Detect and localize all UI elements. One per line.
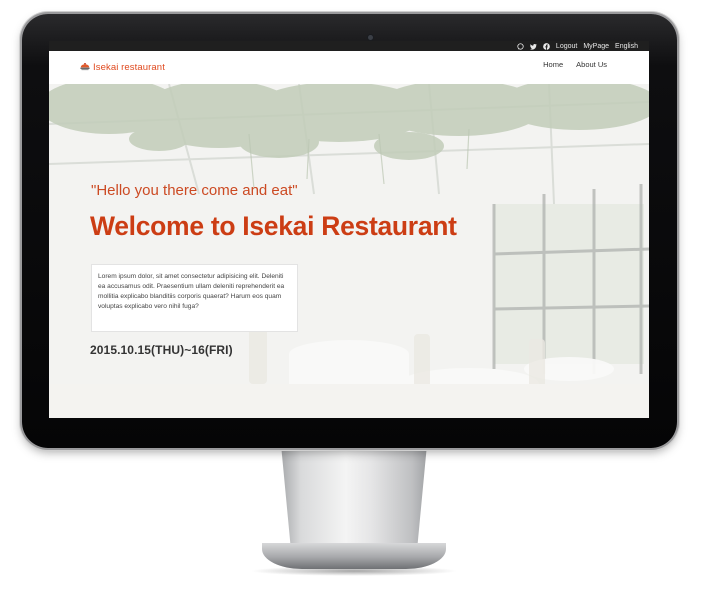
twitter-icon[interactable] — [529, 43, 537, 50]
hero-tagline: "Hello you there come and eat" — [91, 182, 298, 199]
top-utility-bar: Logout MyPage English — [49, 41, 649, 51]
brand-link[interactable]: Isekai restaurant — [80, 58, 165, 76]
nav-menu: Home About Us — [543, 60, 607, 69]
event-date: 2015.10.15(THU)~16(FRI) — [90, 343, 233, 357]
main-navbar: Isekai restaurant Home About Us — [49, 51, 649, 84]
mypage-link[interactable]: MyPage — [583, 43, 609, 50]
language-link[interactable]: English — [615, 43, 638, 50]
nav-home[interactable]: Home — [543, 60, 563, 69]
whatsapp-icon[interactable] — [517, 42, 524, 50]
hero-description: Lorem ipsum dolor, sit amet consectetur … — [98, 273, 285, 310]
monitor-stand-base — [262, 543, 446, 569]
restaurant-logo-icon — [80, 58, 90, 76]
logout-link[interactable]: Logout — [556, 43, 577, 50]
hero-headline: Welcome to Isekai Restaurant — [90, 211, 457, 241]
brand-name: Isekai restaurant — [93, 61, 165, 73]
monitor-screen: Logout MyPage English Isekai restaurant … — [49, 41, 649, 418]
hero-overlay — [49, 84, 649, 418]
nav-about-us[interactable]: About Us — [576, 60, 607, 69]
facebook-icon[interactable] — [543, 42, 550, 50]
hero-description-card: Lorem ipsum dolor, sit amet consectetur … — [91, 264, 298, 332]
webcam-icon — [368, 35, 373, 40]
monitor-mockup: Logout MyPage English Isekai restaurant … — [0, 0, 705, 593]
hero-section: "Hello you there come and eat" Welcome t… — [49, 84, 649, 418]
